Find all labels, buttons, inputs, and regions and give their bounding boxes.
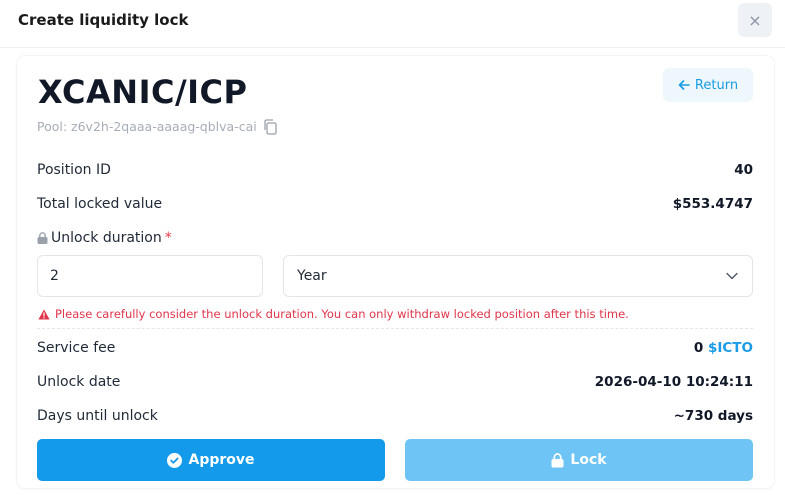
pool-id: Pool: z6v2h-2qaaa-aaaag-qblva-cai bbox=[37, 118, 277, 136]
chevron-down-icon bbox=[726, 272, 738, 280]
check-circle-icon bbox=[167, 452, 183, 468]
service-fee-value: 0 $ICTO bbox=[694, 340, 753, 356]
unlock-date-row: Unlock date 2026-04-10 10:24:11 bbox=[37, 372, 753, 392]
unlock-duration-label: Unlock duration bbox=[51, 230, 162, 246]
days-until-unlock-row: Days until unlock ~730 days bbox=[37, 406, 753, 426]
unlock-warning: Please carefully consider the unlock dur… bbox=[38, 306, 629, 322]
approve-label: Approve bbox=[188, 452, 255, 468]
lock-button[interactable]: Lock bbox=[405, 439, 753, 481]
required-mark: * bbox=[164, 230, 172, 246]
pair-title: XCANIC/ICP bbox=[38, 73, 248, 111]
duration-unit-value: Year bbox=[297, 268, 327, 284]
lock-icon bbox=[37, 232, 48, 244]
divider bbox=[37, 328, 753, 329]
close-icon: × bbox=[748, 10, 762, 30]
service-fee-amount: 0 bbox=[693, 340, 704, 356]
close-button[interactable]: × bbox=[738, 3, 772, 37]
modal-title: Create liquidity lock bbox=[18, 11, 189, 29]
unlock-duration-label-row: Unlock duration * bbox=[37, 229, 172, 247]
position-id-value: 40 bbox=[734, 162, 753, 178]
service-fee-row: Service fee 0 $ICTO bbox=[37, 338, 753, 358]
approve-button[interactable]: Approve bbox=[37, 439, 385, 481]
service-fee-label: Service fee bbox=[37, 340, 116, 356]
total-locked-row: Total locked value $553.4747 bbox=[37, 194, 753, 214]
return-label: Return bbox=[694, 77, 739, 93]
days-until-unlock-value: ~730 days bbox=[673, 408, 753, 424]
days-until-unlock-label: Days until unlock bbox=[37, 408, 158, 424]
copy-icon[interactable] bbox=[263, 119, 277, 135]
duration-unit-select[interactable]: Year bbox=[283, 255, 753, 297]
unlock-date-label: Unlock date bbox=[37, 374, 121, 390]
warning-triangle-icon bbox=[38, 309, 50, 319]
total-locked-label: Total locked value bbox=[37, 196, 163, 212]
unlock-date-value: 2026-04-10 10:24:11 bbox=[594, 374, 753, 390]
duration-input[interactable] bbox=[37, 255, 263, 297]
position-id-row: Position ID 40 bbox=[37, 160, 753, 180]
modal-header: Create liquidity lock × bbox=[0, 0, 785, 48]
return-button[interactable]: Return bbox=[663, 68, 753, 102]
pool-text: Pool: z6v2h-2qaaa-aaaag-qblva-cai bbox=[37, 119, 257, 134]
arrow-left-icon bbox=[678, 80, 690, 90]
lock-icon bbox=[551, 452, 564, 467]
service-fee-token: $ICTO bbox=[707, 340, 753, 356]
position-id-label: Position ID bbox=[37, 162, 111, 178]
unlock-warning-text: Please carefully consider the unlock dur… bbox=[55, 307, 629, 321]
lock-label: Lock bbox=[570, 452, 607, 468]
total-locked-value: $553.4747 bbox=[672, 196, 753, 212]
